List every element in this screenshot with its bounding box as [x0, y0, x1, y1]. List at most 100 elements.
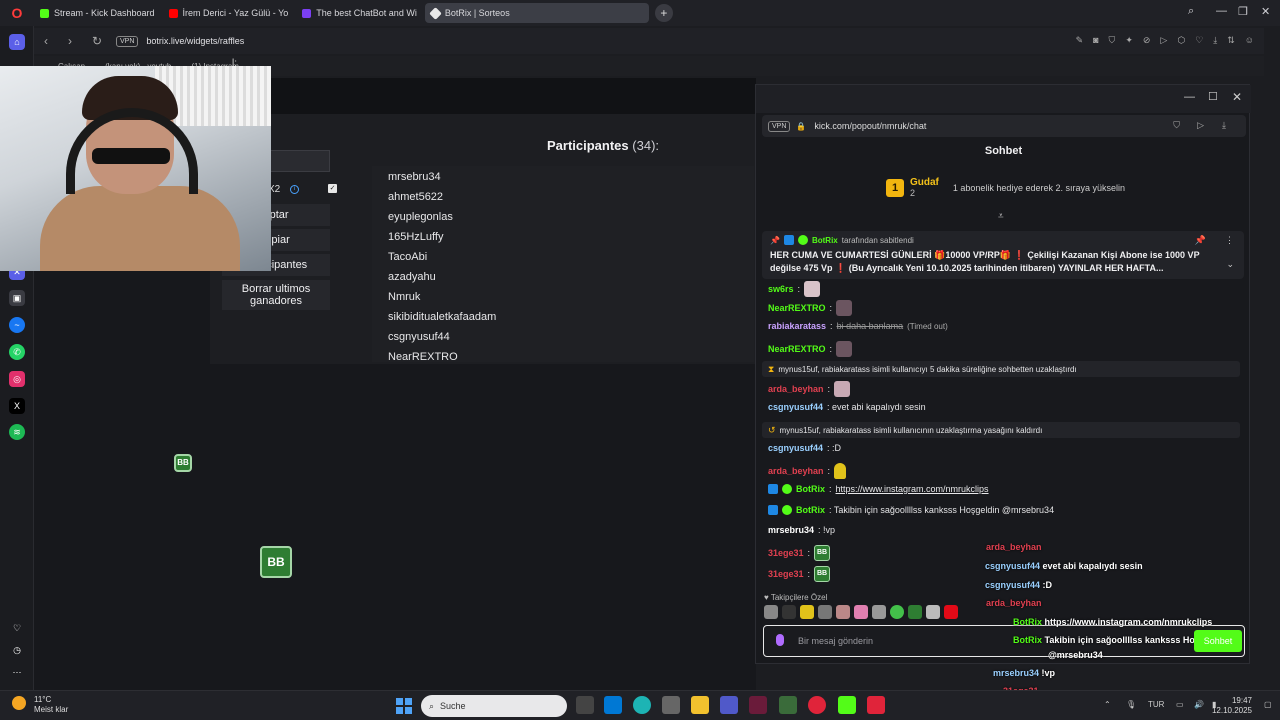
bot-badge-icon [783, 235, 794, 245]
shield-icon[interactable]: ⛉ [1109, 35, 1116, 46]
keyword-input[interactable] [268, 150, 330, 172]
history-icon[interactable]: ◷ [9, 642, 25, 658]
botrix-favicon-icon [428, 6, 442, 20]
emote-icon[interactable] [908, 605, 922, 619]
clear-winners-button[interactable]: Borrar ultimos ganadores [222, 280, 330, 310]
teams-icon[interactable] [720, 696, 738, 714]
app-icon[interactable] [867, 696, 885, 714]
store-icon[interactable] [662, 696, 680, 714]
emote-icon[interactable] [800, 605, 814, 619]
back-icon[interactable]: ‹ [44, 34, 58, 48]
vpn-badge[interactable]: VPN [116, 35, 139, 47]
maximize-icon[interactable]: ☐ [1208, 90, 1218, 103]
adblock-icon[interactable]: ⊘ [1143, 35, 1151, 46]
tab-botrix[interactable]: BotRix | Sorteos [424, 3, 649, 23]
search-tabs-icon[interactable]: ⌕ [1188, 5, 1194, 18]
task-view-icon[interactable] [576, 696, 594, 714]
more-icon[interactable]: ⋯ [9, 664, 25, 680]
extension-icon[interactable]: ✦ [1125, 35, 1133, 46]
camera-icon[interactable]: ◙ [1093, 35, 1098, 46]
instagram-icon[interactable]: ◎ [9, 371, 25, 387]
flow-icon[interactable]: ⇅ [1227, 35, 1235, 46]
leader-count: 2 [910, 188, 916, 198]
tab-kick-dashboard[interactable]: Stream - Kick Dashboard [34, 3, 161, 23]
info-icon[interactable]: i [290, 185, 299, 194]
emote-icon[interactable] [854, 605, 868, 619]
minimize-icon[interactable]: — [1216, 5, 1227, 17]
heart-icon: ♥ [764, 593, 771, 602]
play-icon[interactable]: ▷ [1197, 120, 1204, 131]
app-icon[interactable] [779, 696, 797, 714]
chat-url[interactable]: kick.com/popout/nmruk/chat [814, 121, 926, 131]
url-field[interactable]: botrix.live/widgets/raffles [146, 36, 244, 46]
play-icon[interactable]: ▷ [1160, 35, 1167, 46]
download-icon[interactable]: ⤓ [1213, 35, 1217, 46]
multiplier-checkbox[interactable]: ✓ [328, 184, 337, 193]
microphone-icon[interactable] [776, 634, 784, 646]
microphone-icon[interactable]: 🎙 [1126, 700, 1136, 709]
minimize-icon[interactable]: — [1184, 91, 1195, 103]
reload-icon[interactable]: ↻ [92, 34, 106, 48]
close-icon[interactable]: ✕ [1261, 5, 1270, 18]
bb-emote-large: BB [260, 546, 292, 578]
opera-icon[interactable] [808, 696, 826, 714]
forward-icon[interactable]: › [68, 34, 82, 48]
instagram-link[interactable]: https://www.instagram.com/nmrukclips [836, 484, 989, 494]
network-icon[interactable]: ▭ [1176, 700, 1184, 709]
whatsapp-icon[interactable]: ✆ [9, 344, 25, 360]
heart-icon[interactable]: ♡ [1195, 35, 1203, 46]
chat-message: arda_beyhan: [768, 463, 847, 479]
emote-picker-row [764, 605, 958, 619]
close-icon[interactable]: ✕ [1232, 90, 1242, 104]
emote-icon[interactable] [890, 605, 904, 619]
language-indicator[interactable]: TUR [1148, 700, 1164, 709]
start-icon[interactable] [396, 698, 412, 714]
vpn-badge[interactable]: VPN [768, 120, 791, 132]
heart-icon[interactable]: ♡ [9, 620, 25, 636]
emote-icon[interactable] [872, 605, 886, 619]
notification-icon[interactable]: ▢ [1264, 700, 1272, 709]
new-tab-button[interactable]: + [654, 4, 673, 22]
tab-chatbot[interactable]: The best ChatBot and Wi [296, 3, 423, 23]
send-chat-button[interactable]: Sohbet [1194, 630, 1242, 652]
lock-icon: 🔒 [796, 121, 807, 131]
emote-icon[interactable] [836, 605, 850, 619]
cube-icon[interactable]: ⬡ [1177, 35, 1185, 46]
messenger-icon[interactable]: ~ [9, 317, 25, 333]
taskbar-search[interactable]: ⌕ Suche [421, 695, 567, 717]
rank-badge: 1 [886, 178, 904, 197]
emote-icon[interactable] [926, 605, 940, 619]
tray-chevron-icon[interactable]: ⌃ [1104, 700, 1111, 709]
tab-youtube[interactable]: İrem Derici - Yaz Gülü - Yo [163, 3, 295, 23]
unpin-icon[interactable]: 📌 [1195, 235, 1206, 246]
outlook-icon[interactable] [604, 696, 622, 714]
clock[interactable]: 19:47 12.10.2025 [1212, 696, 1252, 716]
restore-icon[interactable]: ❐ [1238, 5, 1248, 18]
home-icon[interactable]: ⌂ [9, 34, 25, 50]
emote-icon[interactable] [782, 605, 796, 619]
collapse-icon[interactable]: ⩡ [998, 211, 1004, 222]
emote-icon[interactable] [818, 605, 832, 619]
pinned-message[interactable]: 📌 BotRix tarafından sabitlendi HER CUMA VE… [762, 231, 1244, 279]
emote-icon[interactable] [944, 605, 958, 619]
expand-icon[interactable]: ⌄ [1226, 259, 1234, 270]
more-options-icon[interactable]: ⋮ [1225, 235, 1234, 246]
edge-icon[interactable] [633, 696, 651, 714]
participants-count: (34): [632, 138, 660, 153]
explorer-icon[interactable] [691, 696, 709, 714]
app-icon[interactable] [749, 696, 767, 714]
opera-logo-icon[interactable]: O [0, 0, 34, 26]
volume-icon[interactable]: 🔊 [1194, 700, 1204, 709]
weather-widget[interactable]: 11°C Meist klar [34, 695, 68, 715]
profile-icon[interactable]: ☺ [1245, 35, 1254, 46]
x-icon[interactable]: X [9, 398, 25, 414]
gift-leaderboard[interactable]: 1 Gudaf 2 1 abonelik hediye ederek 2. sı… [886, 177, 1125, 198]
emote-icon[interactable] [764, 605, 778, 619]
download-icon[interactable]: ⤓ [1222, 120, 1226, 131]
edit-icon[interactable]: ✎ [1076, 35, 1084, 46]
shop-icon[interactable]: ▣ [9, 290, 25, 306]
kick-icon[interactable] [838, 696, 856, 714]
shield-icon[interactable]: ⛉ [1173, 120, 1180, 131]
spotify-icon[interactable]: ≋ [9, 424, 25, 440]
participants-list[interactable]: mrsebru34 ahmet5622 eyuplegonlas 165HzLu… [372, 166, 754, 362]
